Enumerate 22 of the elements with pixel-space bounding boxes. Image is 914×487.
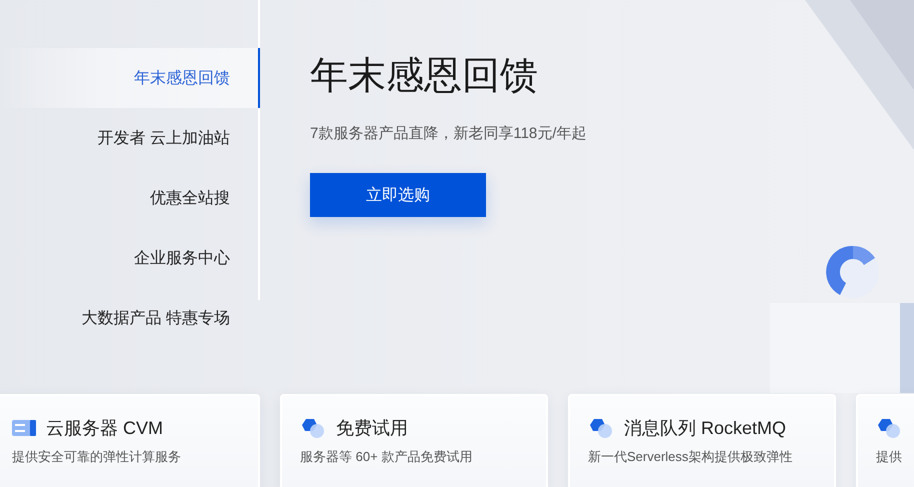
card-description: 提供安全可靠的弹性计算服务 [12,448,182,466]
banner-subtitle: 7款服务器产品直降，新老同享118元/年起 [310,124,586,143]
buy-now-button[interactable]: 立即选购 [310,173,486,217]
sidebar-item[interactable]: 优惠全站搜 [0,168,260,228]
card-title: 免费试用 [336,417,408,440]
cloud-icon [876,417,902,439]
server-icon [12,419,36,437]
cloud-icon [588,417,614,439]
card-description: 提供 [876,448,903,466]
product-card[interactable]: 消息队列 RocketMQ 新一代Serverless架构提供极致弹性 [568,394,836,487]
product-card[interactable]: 提供 [856,394,914,487]
card-title: 云服务器 CVM [46,417,163,440]
sidebar-item[interactable]: 开发者 云上加油站 [0,108,260,168]
card-description: 服务器等 60+ 款产品免费试用 [300,448,474,466]
banner-title: 年末感恩回馈 [310,54,538,99]
card-title: 消息队列 RocketMQ [624,417,786,440]
cloud-icon [300,417,326,439]
sidebar-item[interactable]: 企业服务中心 [0,228,260,288]
sidebar-item[interactable]: 大数据产品 特惠专场 [0,288,260,348]
product-card[interactable]: 免费试用 服务器等 60+ 款产品免费试用 [280,394,548,487]
product-card[interactable]: 云服务器 CVM 提供安全可靠的弹性计算服务 [0,394,260,487]
card-description: 新一代Serverless架构提供极致弹性 [588,448,794,466]
